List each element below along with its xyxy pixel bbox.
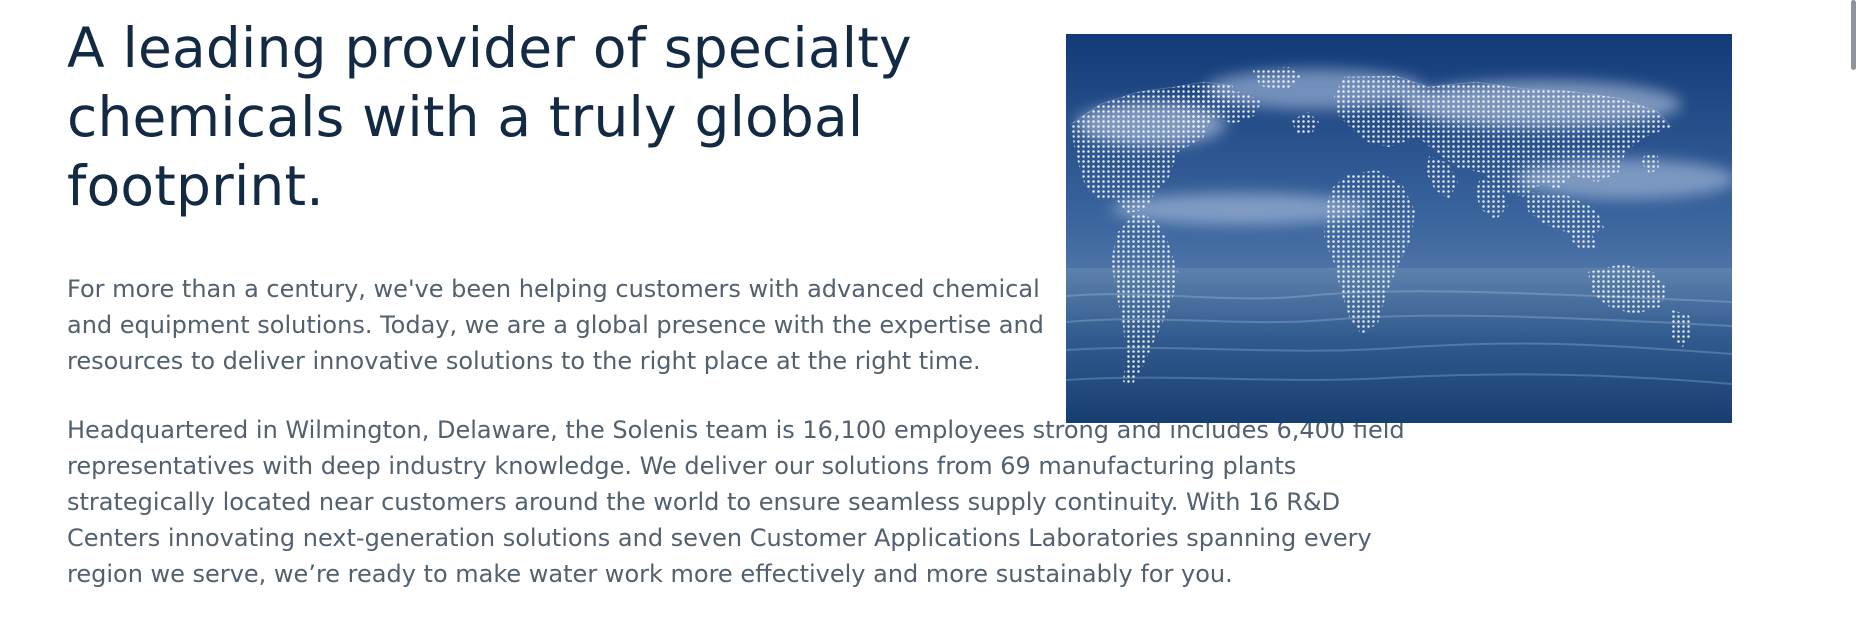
intro-paragraph: For more than a century, we've been help… (67, 275, 1044, 375)
world-map-image (1066, 34, 1732, 423)
scrollbar-thumb[interactable] (1851, 0, 1856, 70)
page-title: A leading provider of specialty chemical… (67, 16, 912, 218)
vertical-scrollbar[interactable] (1846, 0, 1858, 643)
world-map-over-ocean-icon (1066, 34, 1732, 423)
page: A leading provider of specialty chemical… (0, 0, 1858, 643)
details-paragraph: Headquartered in Wilmington, Delaware, t… (67, 416, 1405, 588)
